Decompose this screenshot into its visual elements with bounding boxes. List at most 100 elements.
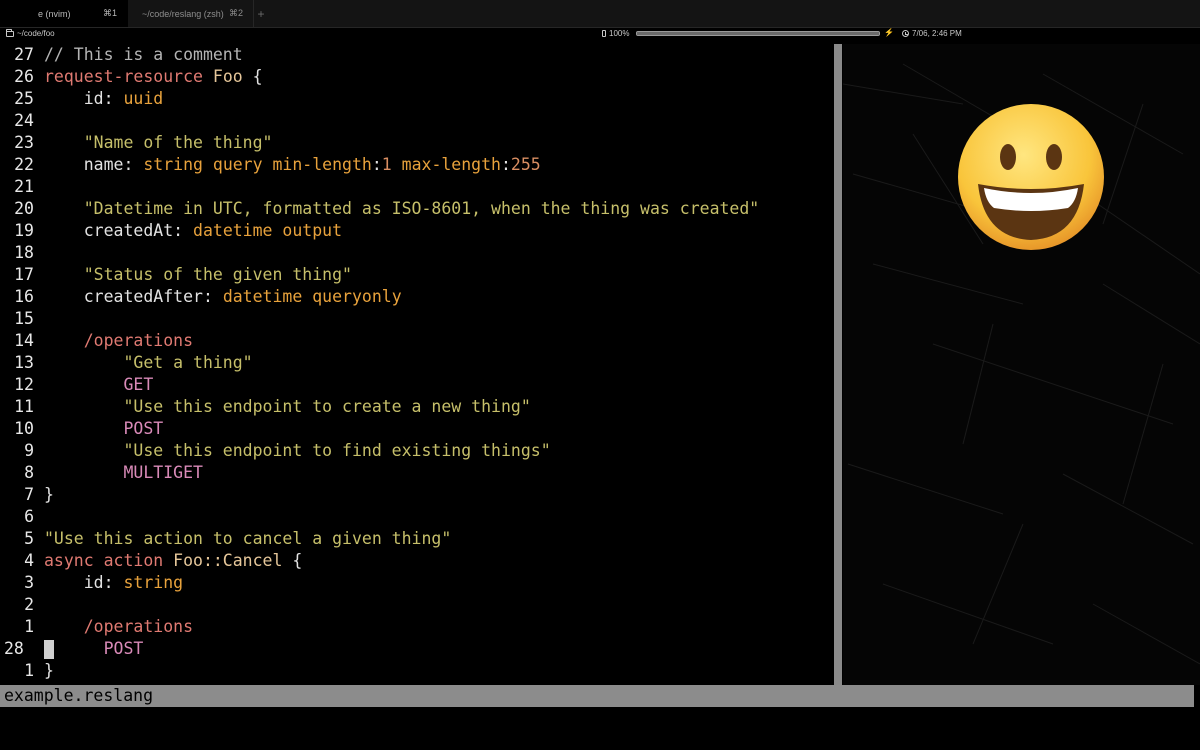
code-line[interactable]: 25 id: uuid: [0, 88, 833, 110]
clock-icon: [902, 30, 909, 37]
code-line[interactable]: 12 GET: [0, 374, 833, 396]
code-line[interactable]: 10 POST: [0, 418, 833, 440]
code-token: {: [292, 551, 303, 570]
background-pane: [843, 44, 1200, 685]
line-number: 13: [14, 353, 34, 372]
code-token: datetime queryonly: [222, 287, 402, 306]
directory-path: ~/code/foo: [17, 29, 55, 38]
line-content: createdAfter: datetime queryonly: [44, 286, 402, 308]
clock: 7/06, 2:46 PM: [902, 29, 962, 38]
code-line[interactable]: 1}: [0, 660, 833, 682]
code-line[interactable]: 27 // This is a comment: [0, 44, 833, 66]
battery-icon: [602, 30, 606, 37]
tab-shortcut: ⌘1: [102, 8, 117, 18]
battery-status: 100%: [602, 29, 629, 38]
code-line[interactable]: 9 "Use this endpoint to find existing th…: [0, 440, 833, 462]
tab-bar: e (nvim) ⌘1 ~/code/reslang (zsh) ⌘2 +: [0, 0, 1200, 28]
code-line[interactable]: 19 createdAt: datetime output: [0, 220, 833, 242]
new-tab-button[interactable]: +: [254, 0, 268, 27]
code-line[interactable]: 13 "Get a thing": [0, 352, 833, 374]
line-content: }: [44, 484, 54, 506]
tab-title: ~/code/reslang (zsh): [142, 8, 224, 19]
code-line[interactable]: 20 "Datetime in UTC, formatted as ISO-86…: [0, 198, 833, 220]
code-token: async action: [44, 551, 174, 570]
code-token: "Name of the thing": [44, 133, 273, 152]
code-line[interactable]: 18: [0, 242, 833, 264]
code-editor[interactable]: 27// This is a comment 26 request-resource…: [0, 44, 833, 684]
line-content: "Get a thing": [44, 352, 253, 374]
code-token: /operations: [44, 331, 194, 350]
line-content: async action Foo::Cancel {: [44, 550, 302, 572]
line-number: 24: [14, 111, 34, 130]
line-number: 15: [14, 309, 34, 328]
code-line[interactable]: 8 MULTIGET: [0, 462, 833, 484]
line-number: 4: [24, 551, 34, 570]
line-number: 11: [14, 397, 34, 416]
line-number: 2: [24, 595, 34, 614]
line-content: name: string query min-length:1 max-leng…: [44, 154, 541, 176]
code-token: POST: [44, 639, 144, 658]
line-content: GET: [44, 374, 153, 396]
code-token: id:: [44, 89, 124, 108]
code-token: string: [123, 573, 184, 592]
current-code-line[interactable]: 28 POST: [0, 638, 833, 660]
code-token: MULTIGET: [44, 463, 203, 482]
code-line[interactable]: 21: [0, 176, 833, 198]
line-content: MULTIGET: [44, 462, 203, 484]
code-line[interactable]: 2: [0, 594, 833, 616]
line-number: 21: [14, 177, 34, 196]
code-line[interactable]: 7}: [0, 484, 833, 506]
folder-icon: [6, 28, 14, 37]
line-number: 18: [14, 243, 34, 262]
tab-nvim[interactable]: e (nvim) ⌘1: [0, 0, 128, 27]
line-number: 23: [14, 133, 34, 152]
battery-bar: [636, 31, 880, 36]
code-token: "Use this endpoint to create a new thing…: [44, 397, 531, 416]
code-line[interactable]: 5 "Use this action to cancel a given thin…: [0, 528, 833, 550]
line-number: 17: [14, 265, 34, 284]
line-number: 14: [14, 331, 34, 350]
code-token: createdAt:: [44, 221, 194, 240]
code-token: "Status of the given thing": [44, 265, 352, 284]
line-number: 19: [14, 221, 34, 240]
line-content: /operations: [44, 616, 193, 638]
code-line[interactable]: 17 "Status of the given thing": [0, 264, 833, 286]
code-token: id:: [44, 573, 124, 592]
code-token: }: [44, 661, 54, 680]
line-content: // This is a comment: [44, 44, 243, 66]
code-line[interactable]: 23 "Name of the thing": [0, 132, 833, 154]
code-line[interactable]: 15: [0, 308, 833, 330]
code-token: Foo::Cancel: [173, 551, 293, 570]
code-line[interactable]: 14 /operations: [0, 330, 833, 352]
code-line[interactable]: 16 createdAfter: datetime queryonly: [0, 286, 833, 308]
line-number: 16: [14, 287, 34, 306]
code-line[interactable]: 26 request-resource Foo {: [0, 66, 833, 88]
code-line[interactable]: 4 async action Foo::Cancel {: [0, 550, 833, 572]
line-number: 22: [14, 155, 34, 174]
code-line[interactable]: 24: [0, 110, 833, 132]
editor-scrollbar[interactable]: [834, 44, 842, 685]
line-content: }: [44, 660, 54, 682]
line-number: 12: [14, 375, 34, 394]
line-content: "Name of the thing": [44, 132, 273, 154]
line-content: id: uuid: [44, 88, 164, 110]
line-number: 7: [24, 485, 34, 504]
line-content: id: string: [44, 572, 183, 594]
tab-shortcut: ⌘2: [228, 8, 243, 18]
code-token: "Get a thing": [44, 353, 253, 372]
code-line[interactable]: 1 /operations: [0, 616, 833, 638]
code-token: }: [44, 485, 54, 504]
command-line[interactable]: [0, 707, 1200, 750]
line-number: 26: [14, 67, 34, 86]
line-number: 10: [14, 419, 34, 438]
tab-zsh[interactable]: ~/code/reslang (zsh) ⌘2: [128, 0, 254, 27]
battery-percent: 100%: [609, 29, 630, 38]
code-token: request-resource: [44, 67, 213, 86]
code-token: GET: [44, 375, 154, 394]
code-token: {: [252, 67, 263, 86]
code-line[interactable]: 22 name: string query min-length:1 max-l…: [0, 154, 833, 176]
code-line[interactable]: 11 "Use this endpoint to create a new th…: [0, 396, 833, 418]
line-number: 28: [4, 639, 24, 658]
code-line[interactable]: 6: [0, 506, 833, 528]
code-line[interactable]: 3 id: string: [0, 572, 833, 594]
